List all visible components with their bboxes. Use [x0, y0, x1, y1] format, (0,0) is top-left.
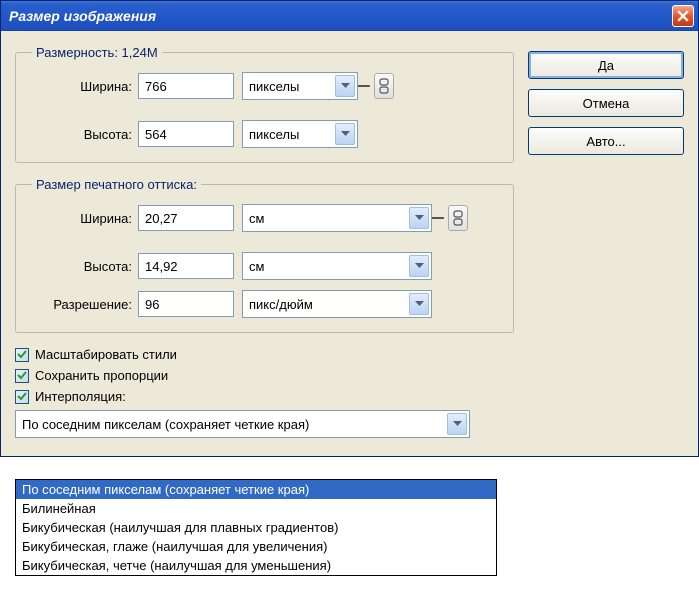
- pixel-width-input[interactable]: [138, 73, 234, 99]
- doc-height-label: Высота:: [26, 259, 138, 274]
- doc-width-unit-select[interactable]: см: [242, 204, 432, 232]
- close-button[interactable]: [672, 5, 694, 27]
- button-column: Да Отмена Авто...: [528, 45, 684, 438]
- print-size-legend: Размер печатного оттиска:: [32, 177, 201, 192]
- unit-text: пикс/дюйм: [249, 297, 313, 312]
- doc-width-input[interactable]: [138, 205, 234, 231]
- interpolation-dropdown-list: По соседним пикселам (сохраняет четкие к…: [15, 479, 497, 576]
- window-title: Размер изображения: [9, 8, 156, 24]
- check-icon: [17, 371, 27, 380]
- print-size-group: Размер печатного оттиска: Ширина: см: [15, 177, 514, 333]
- titlebar: Размер изображения: [1, 1, 698, 31]
- unit-text: пикселы: [249, 127, 299, 142]
- unit-text: см: [249, 211, 264, 226]
- interpolation-option[interactable]: Бикубическая, четче (наилучшая для умень…: [16, 556, 496, 575]
- ok-button[interactable]: Да: [528, 51, 684, 79]
- resolution-label: Разрешение:: [26, 297, 138, 312]
- close-icon: [677, 10, 689, 22]
- check-icon: [17, 392, 27, 401]
- unit-text: см: [249, 259, 264, 274]
- cancel-button[interactable]: Отмена: [528, 89, 684, 117]
- resolution-unit-select[interactable]: пикс/дюйм: [242, 290, 432, 318]
- chevron-down-icon: [409, 293, 429, 315]
- constrain-proportions-label: Сохранить пропорции: [35, 368, 168, 383]
- chevron-down-icon: [335, 123, 355, 145]
- scale-styles-checkbox[interactable]: [15, 348, 29, 362]
- constrain-link-icon[interactable]: [448, 205, 468, 231]
- chevron-down-icon: [409, 207, 429, 229]
- link-bracket: [432, 217, 444, 219]
- pixel-width-unit-select[interactable]: пикселы: [242, 72, 358, 100]
- link-bracket: [358, 85, 370, 87]
- image-size-dialog: Размер изображения Размерность: 1,24M Ши…: [0, 0, 699, 457]
- interpolation-option[interactable]: Билинейная: [16, 499, 496, 518]
- interpolation-checkbox[interactable]: [15, 390, 29, 404]
- height-label: Высота:: [26, 127, 138, 142]
- pixel-height-input[interactable]: [138, 121, 234, 147]
- auto-button[interactable]: Авто...: [528, 127, 684, 155]
- pixel-dimensions-group: Размерность: 1,24M Ширина: пикселы: [15, 45, 514, 163]
- resolution-input[interactable]: [138, 291, 234, 317]
- chain-icon: [379, 78, 389, 94]
- pixel-height-unit-select[interactable]: пикселы: [242, 120, 358, 148]
- width-label: Ширина:: [26, 79, 138, 94]
- chevron-down-icon: [335, 75, 355, 97]
- interpolation-option[interactable]: По соседним пикселам (сохраняет четкие к…: [16, 480, 496, 499]
- interpolation-label: Интерполяция:: [35, 389, 126, 404]
- scale-styles-label: Масштабировать стили: [35, 347, 177, 362]
- doc-height-input[interactable]: [138, 253, 234, 279]
- dialog-content: Размерность: 1,24M Ширина: пикселы: [1, 31, 698, 456]
- doc-height-unit-select[interactable]: см: [242, 252, 432, 280]
- interpolation-option[interactable]: Бикубическая (наилучшая для плавных град…: [16, 518, 496, 537]
- checkbox-group: Масштабировать стили Сохранить пропорции…: [15, 347, 514, 438]
- chevron-down-icon: [447, 413, 467, 435]
- check-icon: [17, 350, 27, 359]
- constrain-link-icon[interactable]: [374, 73, 394, 99]
- chevron-down-icon: [409, 255, 429, 277]
- chain-icon: [453, 210, 463, 226]
- interpolation-selected-text: По соседним пикселам (сохраняет четкие к…: [22, 417, 309, 432]
- doc-width-label: Ширина:: [26, 211, 138, 226]
- interpolation-select[interactable]: По соседним пикселам (сохраняет четкие к…: [15, 410, 470, 438]
- pixel-dimensions-legend: Размерность: 1,24M: [32, 45, 162, 60]
- constrain-proportions-checkbox[interactable]: [15, 369, 29, 383]
- interpolation-option[interactable]: Бикубическая, глаже (наилучшая для увели…: [16, 537, 496, 556]
- left-column: Размерность: 1,24M Ширина: пикселы: [15, 45, 514, 438]
- unit-text: пикселы: [249, 79, 299, 94]
